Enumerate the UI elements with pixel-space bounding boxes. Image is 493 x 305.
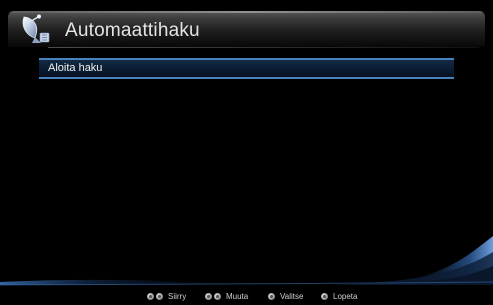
- title-bar: Automaattihaku: [8, 11, 485, 48]
- hint-navigate: Siirry: [147, 290, 186, 302]
- hint-label-change: Muuta: [226, 291, 249, 301]
- hint-change: Muuta: [205, 290, 248, 302]
- satellite-dish-icon: [22, 14, 50, 43]
- right-button-icon: [214, 292, 221, 300]
- menu-item-label: Aloita haku: [48, 62, 103, 74]
- tv-screen: Automaattihaku Aloita haku Siirry Muuta …: [0, 0, 493, 305]
- hint-label-exit: Lopeta: [333, 291, 358, 301]
- ok-button-icon: [268, 292, 275, 300]
- hint-label-navigate: Siirry: [168, 291, 187, 301]
- menu-item-start-search[interactable]: Aloita haku: [39, 58, 454, 79]
- title-divider: [48, 47, 479, 48]
- exit-button-icon: [321, 292, 328, 300]
- up-button-icon: [147, 292, 154, 300]
- footer-hints: Siirry Muuta Valitse Lopeta: [0, 286, 493, 305]
- down-button-icon: [156, 292, 163, 300]
- hint-select: Valitse: [268, 290, 303, 302]
- title-bar-highlight: [8, 11, 485, 13]
- hint-exit: Lopeta: [321, 290, 357, 302]
- left-button-icon: [205, 292, 212, 300]
- hint-label-select: Valitse: [280, 291, 304, 301]
- page-title: Automaattihaku: [65, 20, 200, 41]
